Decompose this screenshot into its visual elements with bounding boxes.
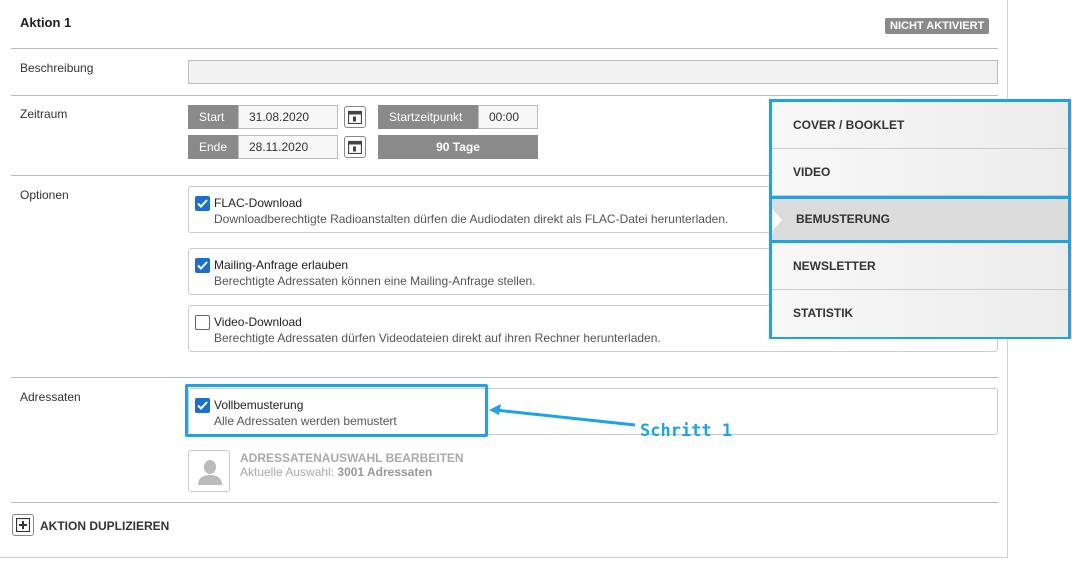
option-subtitle: Downloadberechtigte Radioanstalten dürfe… (214, 212, 729, 226)
page-title: Aktion 1 (20, 15, 72, 30)
label-beschreibung: Beschreibung (20, 61, 94, 75)
calendar-icon (348, 140, 362, 154)
mailing-checkbox[interactable] (195, 258, 210, 273)
end-label: Ende (188, 135, 238, 159)
user-silhouette-icon (198, 460, 222, 485)
startzeitpunkt-label: Startzeitpunkt (378, 105, 478, 129)
checkmark-icon (197, 261, 208, 270)
end-date-input[interactable]: 28.11.2020 (238, 135, 338, 159)
divider (11, 377, 998, 378)
current-selection-value: 3001 Adressaten (337, 465, 433, 479)
plus-square-icon (16, 518, 30, 532)
menu-item-video[interactable]: VIDEO (772, 149, 1068, 196)
annotation-arrow (489, 404, 636, 427)
side-menu: COVER / BOOKLET VIDEO BEMUSTERUNG NEWSLE… (769, 99, 1071, 339)
menu-item-cover-booklet[interactable]: COVER / BOOKLET (772, 102, 1068, 149)
duplicate-action-button[interactable] (12, 514, 34, 536)
duplicate-action-label[interactable]: AKTION DUPLIZIEREN (40, 519, 169, 533)
divider (11, 48, 998, 49)
menu-item-newsletter[interactable]: NEWSLETTER (772, 243, 1068, 290)
current-selection-prefix: Aktuelle Auswahl: (240, 465, 335, 479)
start-date-input[interactable]: 31.08.2020 (238, 105, 338, 129)
label-zeitraum: Zeitraum (20, 107, 68, 121)
menu-item-statistik[interactable]: STATISTIK (772, 290, 1068, 337)
divider (11, 95, 998, 96)
label-optionen: Optionen (20, 188, 69, 202)
start-calendar-button[interactable] (344, 106, 366, 128)
current-selection: Aktuelle Auswahl: 3001 Adressaten (240, 465, 432, 479)
startzeitpunkt-input[interactable]: 00:00 (478, 105, 538, 129)
edit-recipients-button[interactable] (188, 450, 230, 492)
video-checkbox[interactable] (195, 315, 210, 330)
calendar-icon (348, 110, 362, 124)
checkmark-icon (197, 199, 208, 208)
option-title: Mailing-Anfrage erlauben (214, 258, 349, 272)
option-title: FLAC-Download (214, 196, 303, 210)
description-input[interactable] (188, 60, 998, 84)
divider (11, 502, 998, 503)
duration-display: 90 Tage (378, 135, 538, 159)
menu-item-bemusterung[interactable]: BEMUSTERUNG (769, 196, 1071, 243)
flac-checkbox[interactable] (195, 196, 210, 211)
label-adressaten: Adressaten (20, 390, 81, 404)
vollbemusterung-highlight (185, 384, 488, 437)
start-label: Start (188, 105, 238, 129)
menu-item-label: BEMUSTERUNG (796, 212, 891, 226)
end-calendar-button[interactable] (344, 136, 366, 158)
option-subtitle: Berechtigte Adressaten können eine Maili… (214, 274, 536, 288)
status-badge: NICHT AKTIVIERT (885, 18, 990, 34)
option-title: Video-Download (214, 315, 302, 329)
active-arrow-icon (772, 209, 782, 231)
option-subtitle: Berechtigte Adressaten dürfen Videodatei… (214, 331, 661, 345)
annotation-schritt-1: Schritt 1 (640, 421, 733, 441)
edit-recipients-title[interactable]: ADRESSATENAUSWAHL BEARBEITEN (240, 451, 464, 465)
